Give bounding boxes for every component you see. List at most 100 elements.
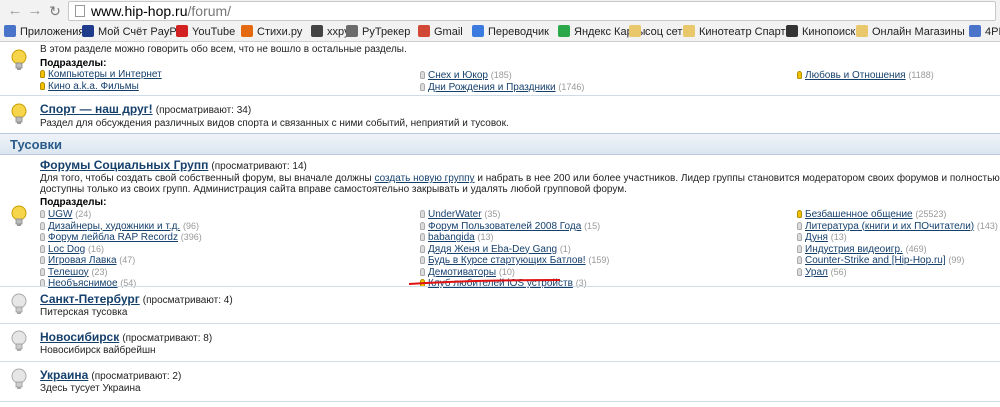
forum-title-link[interactable]: Украина [40,368,88,382]
bookmark-label: соц сети [645,26,689,38]
viewers-count: (просматривают: 34) [155,105,252,116]
subforum-name[interactable]: babangida [428,232,475,243]
forum-description: Здесь тусует Украина [40,383,141,394]
bookmark-favicon-icon [311,25,323,37]
subforum-link[interactable]: Необъяснимое (54) [40,277,136,290]
bookmark-favicon-icon [4,25,16,37]
forum-description: Новосибирск вайбрейшн [40,345,156,356]
red-underline-annotation [408,279,561,285]
forward-arrow-icon[interactable]: → [26,2,44,20]
subforum-name[interactable]: Дуня [805,232,828,243]
bookmark-label: Gmail [434,26,463,38]
row-divider [0,401,1000,402]
bookmark-item[interactable]: 4PDA [969,24,1000,40]
viewers-count: (просматривают: 4) [142,295,233,306]
address-bar[interactable]: www.hip-hop.ru/forum/ [68,1,996,21]
reload-icon[interactable]: ↻ [46,2,64,20]
subforum-name[interactable]: Необъяснимое [48,278,118,289]
forum-title-link[interactable]: Форумы Социальных Групп [40,158,208,172]
subforum-bulb-icon [40,70,45,78]
subforum-bulb-icon [40,256,45,264]
subforum-count: (23) [91,266,108,277]
bookmark-item[interactable]: xxpy [311,24,350,40]
forum-title-link[interactable]: Спорт — наш друг! [40,102,153,116]
subforum-name[interactable]: UnderWater [428,209,482,220]
bookmark-label: Приложения [20,26,85,38]
bookmark-item[interactable]: соц сети [629,24,689,40]
bookmark-favicon-icon [418,25,430,37]
subforum-name[interactable]: Телешоу [48,267,89,278]
subforum-bulb-icon [797,210,802,218]
bookmark-item[interactable]: YouTube [176,24,235,40]
subforum-bulb-icon [40,267,45,276]
subforum-name[interactable]: Игровая Лавка [48,255,117,266]
bookmark-favicon-icon [346,25,358,37]
viewers-count: (просматривают: 2) [91,371,182,382]
subforum-count: (16) [88,243,105,254]
bookmark-item[interactable]: Приложения [4,24,84,40]
bookmark-label: YouTube [192,26,236,38]
subforum-name[interactable]: UGW [48,209,72,220]
subforum-name[interactable]: Дизайнеры, художники и т.д. [48,221,180,232]
subforum-count: (24) [75,209,92,219]
subforum-link[interactable]: Кино a.k.a. Фильмы [40,81,139,93]
subforum-count: (47) [119,255,136,265]
subforum-name[interactable]: Будь в Курсе стартующих Батлов! [428,255,586,266]
bookmark-item[interactable]: Кинопоиск [786,24,855,40]
bookmark-favicon-icon [176,25,188,37]
subforum-bulb-icon [420,256,425,264]
forum-lightbulb-on-icon [11,205,27,226]
subforum-name[interactable]: Counter-Strike and [Hip-Hop.ru] [805,255,946,266]
subforum-bulb-icon [420,244,425,253]
subforum-bulb-icon [40,82,45,90]
bookmark-favicon-icon [683,25,695,37]
subforum-bulb-icon [797,267,802,276]
subforum-link[interactable]: Компьютеры и Интернет [40,69,162,81]
forum-sport: Спорт — наш друг! (просматривают: 34) [40,102,251,116]
subforum-count: (396) [180,232,202,242]
bookmark-item[interactable]: РуТрекер [346,24,410,40]
url-text: www.hip-hop.ru/forum/ [91,3,232,19]
subforum-count: (1) [559,243,571,254]
bookmark-item[interactable]: Мой Счёт PayPal [82,24,185,40]
subforum-count: (25523) [915,209,947,219]
subforum-count: (56) [830,266,847,277]
forum-title-link[interactable]: Новосибирск [40,330,119,344]
subforum-link[interactable]: Любовь и Отношения (1188) [797,69,934,82]
bookmark-label: Переводчик [488,26,549,38]
bookmark-item[interactable]: Онлайн Магазины [856,24,965,40]
row-divider [0,286,1000,287]
subforum-bulb-icon [420,221,425,230]
subforum-name[interactable]: Дядя Женя и Eba-Dey Gang [428,244,557,255]
subforum-name[interactable]: Безбашенное общение [805,209,913,220]
bookmark-favicon-icon [241,25,253,37]
subforum-bulb-icon [40,221,45,230]
bookmark-item[interactable]: Gmail [418,24,463,40]
forum-title-link[interactable]: Санкт-Петербург [40,292,140,306]
viewers-count: (просматривают: 14) [211,161,307,172]
bookmark-item[interactable]: Переводчик [472,24,549,40]
subforum-name[interactable]: Форум лейбла RAP Recordz [48,232,178,243]
subforum-name[interactable]: Форум Пользователей 2008 Года [428,221,581,232]
subforum-link[interactable]: Урал (56) [797,266,847,279]
bookmark-favicon-icon [629,25,641,37]
subforum-name[interactable]: Урал [805,267,828,278]
bookmark-item[interactable]: Кинотеатр Спартак [683,24,796,40]
forum-ukraine: Украина (просматривают: 2) [40,368,181,382]
viewers-count: (просматривают: 8) [122,333,213,344]
forum-description: Раздел для обсуждения различных видов сп… [40,118,509,129]
subforum-link[interactable]: Дни Рождения и Праздники (1746) [420,81,584,94]
bookmark-item[interactable]: Стихи.ру [241,24,302,40]
bookmark-favicon-icon [82,25,94,37]
subforum-name[interactable]: Демотиваторы [428,267,496,278]
category-header[interactable]: Тусовки [0,133,1000,155]
subforum-bulb-icon [420,71,425,79]
back-arrow-icon[interactable]: ← [6,2,24,20]
subforum-name[interactable]: Литература (книги и их ПОчитатели) [805,221,974,232]
category-title[interactable]: Тусовки [10,137,62,152]
create-group-link[interactable]: создать новую группу [374,173,474,184]
subforum-name[interactable]: Loc Dog [48,244,85,255]
bookmark-favicon-icon [558,25,570,37]
subforum-name[interactable]: Индустрия видеоигр. [805,244,903,255]
bookmark-favicon-icon [472,25,484,37]
